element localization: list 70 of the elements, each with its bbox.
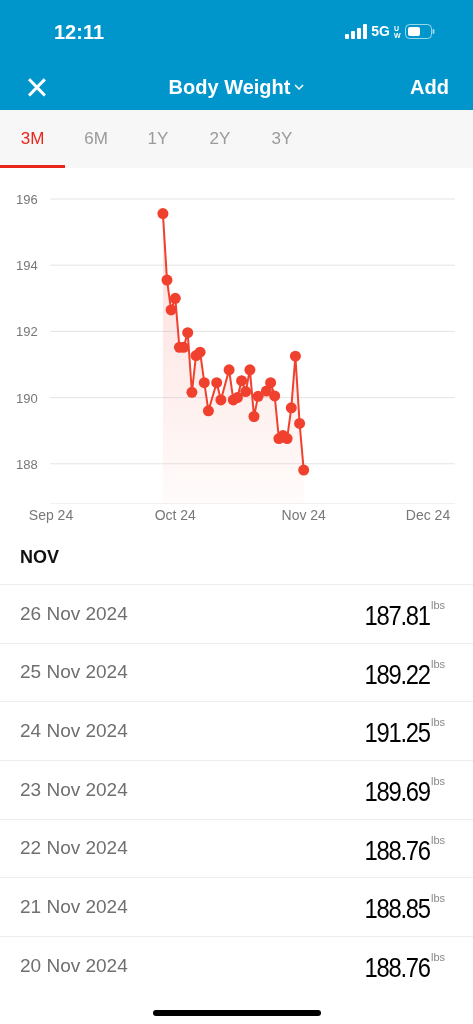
data-point [244,364,256,376]
x-tick-label: Sep 24 [28,507,74,523]
unit-label: lbs [431,950,447,966]
data-point [269,390,281,402]
data-point [194,346,206,358]
entry-date: 23 Nov 2024 [20,777,128,802]
data-point [240,386,252,398]
caret-icon [294,83,305,90]
data-point [178,341,190,353]
data-point [231,392,243,404]
data-point [248,411,260,422]
data-point [252,390,264,402]
title-dropdown[interactable]: Body Weight [168,71,305,102]
period-tab[interactable]: 6M [65,110,127,168]
unit-label: lbs [431,832,447,848]
y-tick-label: 192 [16,324,38,340]
data-point [294,417,306,429]
data-point [223,364,235,376]
x-tick-label: Oct 24 [154,507,196,523]
data-point [289,350,301,362]
period-tab[interactable]: 3M [0,110,65,168]
unit-label: lbs [431,891,447,907]
entry-date: 21 Nov 2024 [20,895,128,920]
entry-date: 25 Nov 2024 [20,660,128,685]
data-point [165,304,177,316]
entry-date: 20 Nov 2024 [20,953,128,978]
unit-label: lbs [431,656,447,672]
y-tick-label: 188 [16,456,38,472]
data-point [182,327,194,339]
signal-icon [345,24,368,39]
entry-weight: 191.25 [364,716,430,751]
unit-label: lbs [431,715,447,731]
section-heading: NOV [19,545,60,569]
entry-weight: 188.85 [364,892,430,927]
data-point [265,377,277,389]
entry-weight: 187.81 [364,598,430,633]
data-point [215,394,227,406]
entry-weight: 188.76 [364,833,430,868]
unit-label: lbs [431,598,447,613]
data-point [157,208,169,220]
network-label: 5G [371,22,390,41]
data-point [298,464,310,476]
battery-icon [405,24,435,39]
data-point [161,274,173,286]
entry-weight: 189.69 [364,774,430,809]
y-tick-label: 196 [16,192,38,207]
data-point [198,377,210,389]
data-point [236,375,248,387]
add-button[interactable]: Add [410,71,449,102]
data-point [169,292,181,304]
unit-label: lbs [431,774,447,790]
x-tick-label: Nov 24 [281,507,326,523]
entry-weight: 189.22 [364,657,430,692]
period-tab[interactable]: 1Y [127,110,189,168]
entry-weight: 188.76 [364,950,430,985]
y-tick-label: 194 [16,258,38,274]
entry-date: 24 Nov 2024 [20,718,128,743]
data-point [186,386,198,398]
data-point [281,433,293,445]
entry-date: 26 Nov 2024 [20,601,128,626]
status-time: 12:11 [54,19,105,45]
x-tick-label: Dec 24 [405,507,451,523]
period-tab[interactable]: 2Y [189,110,251,168]
data-point [202,405,214,417]
y-tick-label: 190 [16,390,38,406]
data-point [285,402,297,414]
data-point [211,377,223,389]
close-button[interactable]: × [24,66,50,107]
period-tab[interactable]: 3Y [251,110,313,168]
entry-date: 22 Nov 2024 [20,836,128,861]
